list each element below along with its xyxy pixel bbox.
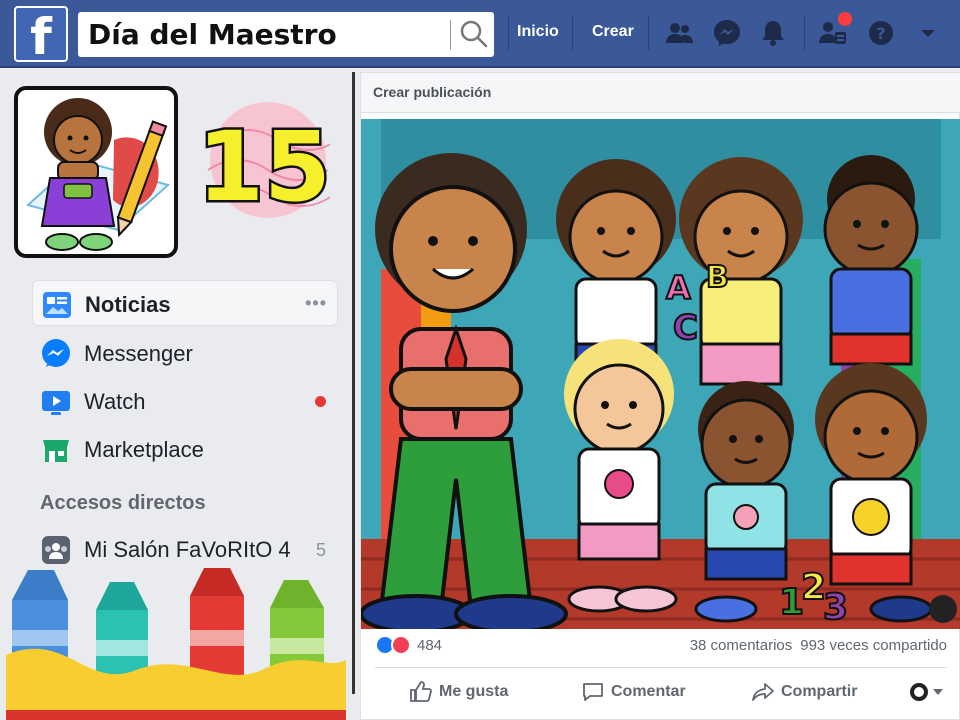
audience-selector-icon[interactable] (907, 680, 947, 704)
sidebar-item-label: Marketplace (84, 437, 204, 462)
search-icon[interactable] (458, 18, 490, 50)
engagement-stats: 38 comentarios 993 veces compartido (682, 637, 947, 654)
nav-separator (508, 16, 509, 50)
sidebar-item-messenger[interactable]: Messenger (32, 330, 338, 376)
shortcuts-heading: Accesos directos (40, 492, 206, 514)
home-link[interactable]: Inicio (517, 23, 559, 41)
shares-count[interactable]: 993 veces compartido (800, 637, 947, 654)
svg-text:B: B (706, 260, 729, 295)
messenger-icon (42, 339, 70, 367)
watch-notification-dot (315, 396, 326, 407)
news-feed-icon (43, 292, 71, 318)
comments-count[interactable]: 38 comentarios (690, 637, 793, 654)
nav-separator (804, 16, 805, 50)
sidebar-item-label: Messenger (84, 341, 193, 366)
date-badge: 15 (198, 102, 330, 220)
notification-badge (838, 12, 852, 26)
svg-text:A: A (666, 269, 691, 307)
watch-icon (42, 391, 70, 415)
like-label: Me gusta (439, 683, 509, 700)
more-options-icon[interactable]: ••• (305, 293, 327, 314)
date-number: 15 (198, 111, 330, 220)
post-image[interactable]: A B C 1 2 3 (361, 119, 960, 629)
friend-requests-icon[interactable] (664, 18, 694, 48)
messenger-icon[interactable] (712, 18, 742, 48)
comment-icon (583, 683, 603, 701)
teacher-illustration (25, 98, 171, 251)
create-link[interactable]: Crear (592, 23, 634, 41)
avatar[interactable] (14, 86, 178, 258)
comment-label: Comentar (611, 683, 686, 700)
search-box[interactable]: Día del Maestro (78, 12, 494, 57)
watermark-logo (929, 595, 957, 623)
reactions-count[interactable]: 484 (417, 637, 442, 654)
sidebar-item-marketplace[interactable]: Marketplace (32, 426, 338, 472)
notifications-bell-icon[interactable] (758, 18, 788, 48)
crayons-decoration (6, 568, 346, 720)
sidebar-item-news-feed[interactable]: Noticias ••• (32, 280, 338, 326)
sidebar-item-label: Watch (84, 389, 146, 414)
thumbs-up-icon (410, 681, 432, 702)
share-icon (752, 683, 774, 701)
post-header[interactable]: Crear publicación (361, 73, 960, 113)
marketplace-icon (43, 440, 69, 462)
search-divider (450, 20, 451, 50)
facebook-logo[interactable]: f (14, 6, 68, 66)
svg-text:3: 3 (823, 587, 848, 628)
column-divider (352, 72, 355, 694)
sidebar-item-watch[interactable]: Watch (32, 378, 338, 424)
post-actions: Me gusta Comentar Compartir (375, 667, 947, 715)
post-card: Crear publicación A B C 1 2 3 484 38 com… (360, 72, 960, 720)
create-post-label: Crear publicación (373, 84, 492, 100)
post-stats: 484 38 comentarios 993 veces compartido (361, 631, 960, 661)
sidebar-item-label: Noticias (85, 292, 171, 317)
search-input[interactable]: Día del Maestro (88, 16, 448, 53)
love-reaction-icon[interactable] (391, 635, 411, 655)
top-bar: f Día del Maestro Inicio Crear ? (0, 0, 960, 68)
svg-text:?: ? (876, 24, 885, 43)
kids-illustration: A B C 1 2 3 (361, 119, 960, 629)
help-icon[interactable]: ? (866, 18, 896, 48)
share-label: Compartir (781, 683, 858, 700)
nav-separator (572, 16, 573, 50)
svg-text:C: C (673, 308, 698, 348)
nav-separator (648, 16, 649, 50)
shortcut-count: 5 (315, 540, 326, 560)
chevron-down-icon[interactable] (916, 18, 940, 48)
